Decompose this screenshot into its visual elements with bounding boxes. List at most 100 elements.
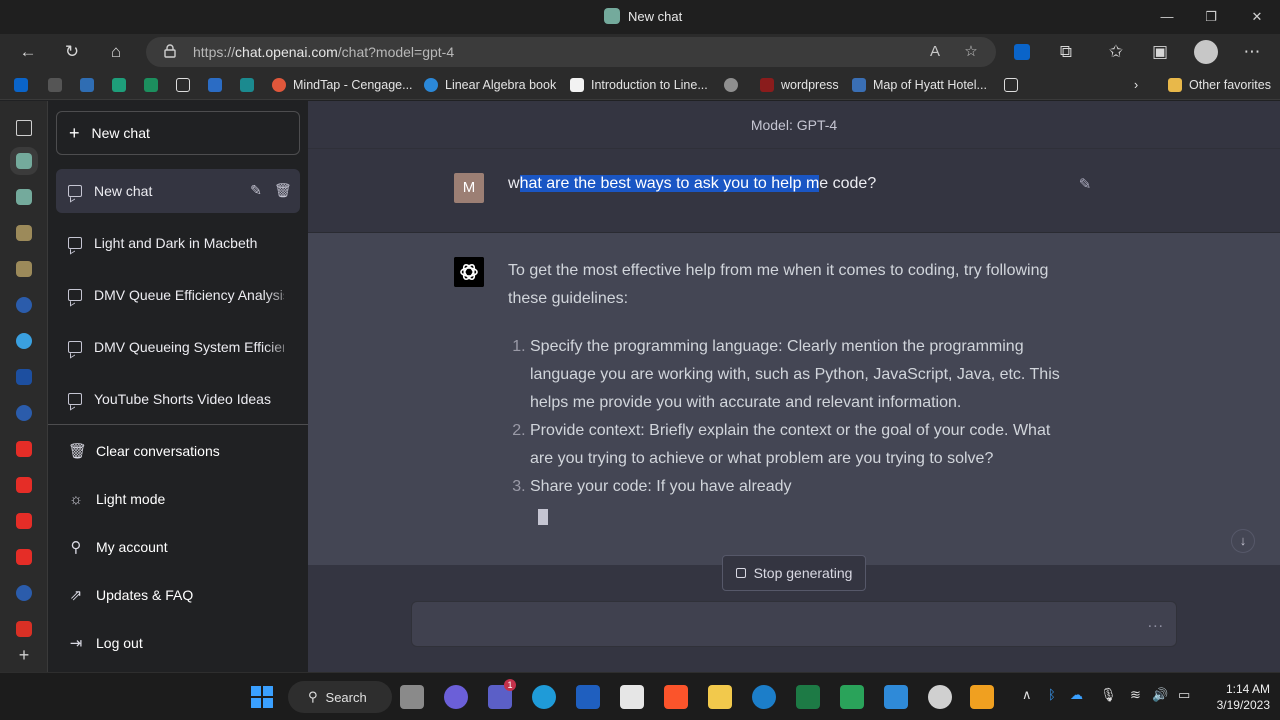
search-tab-icon[interactable] (16, 297, 32, 313)
fav-site-icon[interactable] (48, 76, 62, 94)
collections-icon[interactable]: ▣ (1148, 40, 1172, 64)
conversation-item[interactable]: Light and Dark in Macbeth (56, 221, 300, 265)
chat-bubble-icon (68, 185, 82, 197)
chatgpt-tab-icon[interactable] (16, 189, 32, 205)
notes-tab-icon[interactable] (16, 225, 32, 241)
fav-folder-icon[interactable] (112, 76, 126, 94)
fav-outlook-icon[interactable] (14, 76, 28, 94)
fav-hyatt-map[interactable]: Map of Hyatt Hotel... (852, 76, 987, 94)
tab-actions-icon[interactable] (16, 120, 32, 136)
volume-icon[interactable]: 🔊 (1152, 687, 1168, 703)
close-window-button[interactable]: ✕ (1242, 6, 1272, 28)
chrome-icon[interactable] (928, 685, 952, 709)
home-icon[interactable]: ⌂ (104, 40, 128, 64)
fav-document-icon[interactable] (176, 76, 190, 94)
scroll-to-bottom-arrow-icon[interactable]: ↓ (1231, 529, 1255, 553)
restore-button[interactable]: ❐ (1196, 6, 1226, 28)
brave-icon[interactable] (664, 685, 688, 709)
user-avatar: M (454, 173, 484, 203)
browser-toolbar: ← ↻ ⌂ https://chat.openai.com/chat?model… (0, 34, 1280, 70)
notes-tab-icon[interactable] (16, 261, 32, 277)
h-site-icon (852, 78, 866, 92)
fav-site-icon[interactable] (208, 76, 222, 94)
openai-logo-icon (454, 257, 484, 287)
favorites-icon[interactable]: ✩ (1104, 40, 1128, 64)
youtube-tab-icon[interactable] (16, 549, 32, 565)
fav-introduction[interactable]: Introduction to Line... (570, 76, 708, 94)
chatgpt-tab-icon[interactable] (16, 153, 32, 169)
search-tab-icon[interactable] (16, 585, 32, 601)
search-tab-icon[interactable] (16, 405, 32, 421)
edge-browser-icon[interactable] (532, 685, 556, 709)
tray-overflow-chevron-icon[interactable]: ∧ (1022, 687, 1032, 703)
file-explorer-icon[interactable] (708, 685, 732, 709)
minimize-button[interactable]: — (1152, 6, 1182, 28)
windows-start-icon[interactable] (250, 685, 274, 709)
conversation-item[interactable]: YouTube Shorts Video Ideas (56, 377, 300, 421)
updates-faq-link[interactable]: ⇗ Updates & FAQ (56, 573, 300, 617)
word-icon[interactable] (576, 685, 600, 709)
chat-main: Model: GPT-4 M what are the best ways to… (308, 101, 1280, 672)
snipping-tool-icon[interactable] (620, 685, 644, 709)
pencil-icon[interactable]: ✎ (248, 182, 264, 198)
conversation-item[interactable]: DMV Queue Efficiency Analysis (56, 273, 300, 317)
new-tab-plus-icon[interactable]: + (16, 646, 32, 664)
conversation-item-active[interactable]: New chat ✎ 🗑 (56, 169, 300, 213)
video-app-icon[interactable] (970, 685, 994, 709)
task-view-icon[interactable] (400, 685, 424, 709)
message-input[interactable]: ... (411, 601, 1177, 647)
edit-message-icon[interactable]: ✎ (1076, 175, 1094, 193)
fav-other-favorites[interactable]: Other favorites (1168, 76, 1271, 94)
gmail-tab-icon[interactable] (16, 621, 32, 637)
trash-icon: 🗑 (68, 443, 88, 460)
taskbar-search[interactable]: ⚲ Search (288, 681, 392, 713)
chat-app-icon[interactable] (444, 685, 468, 709)
fav-linear-algebra[interactable]: Linear Algebra book (424, 76, 556, 94)
fav-mindtap[interactable]: MindTap - Cengage... (272, 76, 413, 94)
fav-site-icon[interactable] (144, 76, 158, 94)
address-bar[interactable]: https://chat.openai.com/chat?model=gpt-4… (146, 37, 996, 67)
fav-site-icon[interactable] (80, 76, 94, 94)
microphone-icon[interactable]: 🎙 (1100, 687, 1117, 703)
fav-p-icon[interactable] (240, 76, 254, 94)
wifi-icon[interactable]: ≋ (1130, 687, 1141, 703)
teams-icon[interactable]: 1 (488, 679, 516, 709)
read-aloud-icon[interactable]: A (924, 41, 946, 63)
more-menu-icon[interactable]: ⋯ (1240, 40, 1264, 64)
fav-wordpress[interactable]: wordpress (760, 76, 839, 94)
light-mode-button[interactable]: ☼ Light mode (56, 477, 300, 521)
bluetooth-icon[interactable]: ᛒ (1048, 687, 1056, 702)
globe-tab-icon[interactable] (16, 333, 32, 349)
bing-icon[interactable] (752, 685, 776, 709)
taskbar-clock[interactable]: 1:14 AM 3/19/2023 (1206, 681, 1270, 713)
site-icon (570, 78, 584, 92)
favorites-overflow-chevron-icon[interactable]: › (1134, 76, 1138, 94)
youtube-tab-icon[interactable] (16, 513, 32, 529)
stop-generating-button[interactable]: Stop generating (722, 555, 866, 591)
notification-badge: 1 (504, 679, 516, 691)
trash-icon[interactable]: 🗑 (274, 182, 292, 198)
youtube-tab-icon[interactable] (16, 477, 32, 493)
refresh-icon[interactable]: ↻ (60, 40, 84, 64)
chat-sidebar: + New chat New chat ✎ 🗑 Light and Dark i… (48, 101, 308, 672)
minecraft-icon[interactable] (840, 685, 864, 709)
fav-shield-icon[interactable] (724, 76, 738, 94)
excel-icon[interactable] (796, 685, 820, 709)
outlook-extension-icon[interactable] (1010, 40, 1034, 64)
conversation-item[interactable]: DMV Queueing System Efficiency (56, 325, 300, 369)
youtube-tab-icon[interactable] (16, 441, 32, 457)
vscode-icon[interactable] (884, 685, 908, 709)
log-out-button[interactable]: ⇥ Log out (56, 621, 300, 665)
new-chat-button[interactable]: + New chat (56, 111, 300, 155)
my-account-button[interactable]: ⚲ My account (56, 525, 300, 569)
clear-conversations-button[interactable]: 🗑 Clear conversations (56, 429, 300, 473)
battery-icon[interactable]: ▭ (1178, 687, 1190, 703)
onedrive-icon[interactable]: ☁ (1070, 687, 1083, 703)
fav-document-icon[interactable] (1004, 76, 1018, 94)
user-message-text[interactable]: what are the best ways to ask you to hel… (508, 175, 876, 193)
facebook-tab-icon[interactable] (16, 369, 32, 385)
profile-avatar-icon[interactable] (1194, 40, 1218, 64)
back-arrow-icon[interactable]: ← (16, 40, 40, 64)
add-favorite-star-icon[interactable]: ☆ (960, 41, 982, 63)
extensions-puzzle-icon[interactable]: ⧉ (1054, 40, 1078, 64)
